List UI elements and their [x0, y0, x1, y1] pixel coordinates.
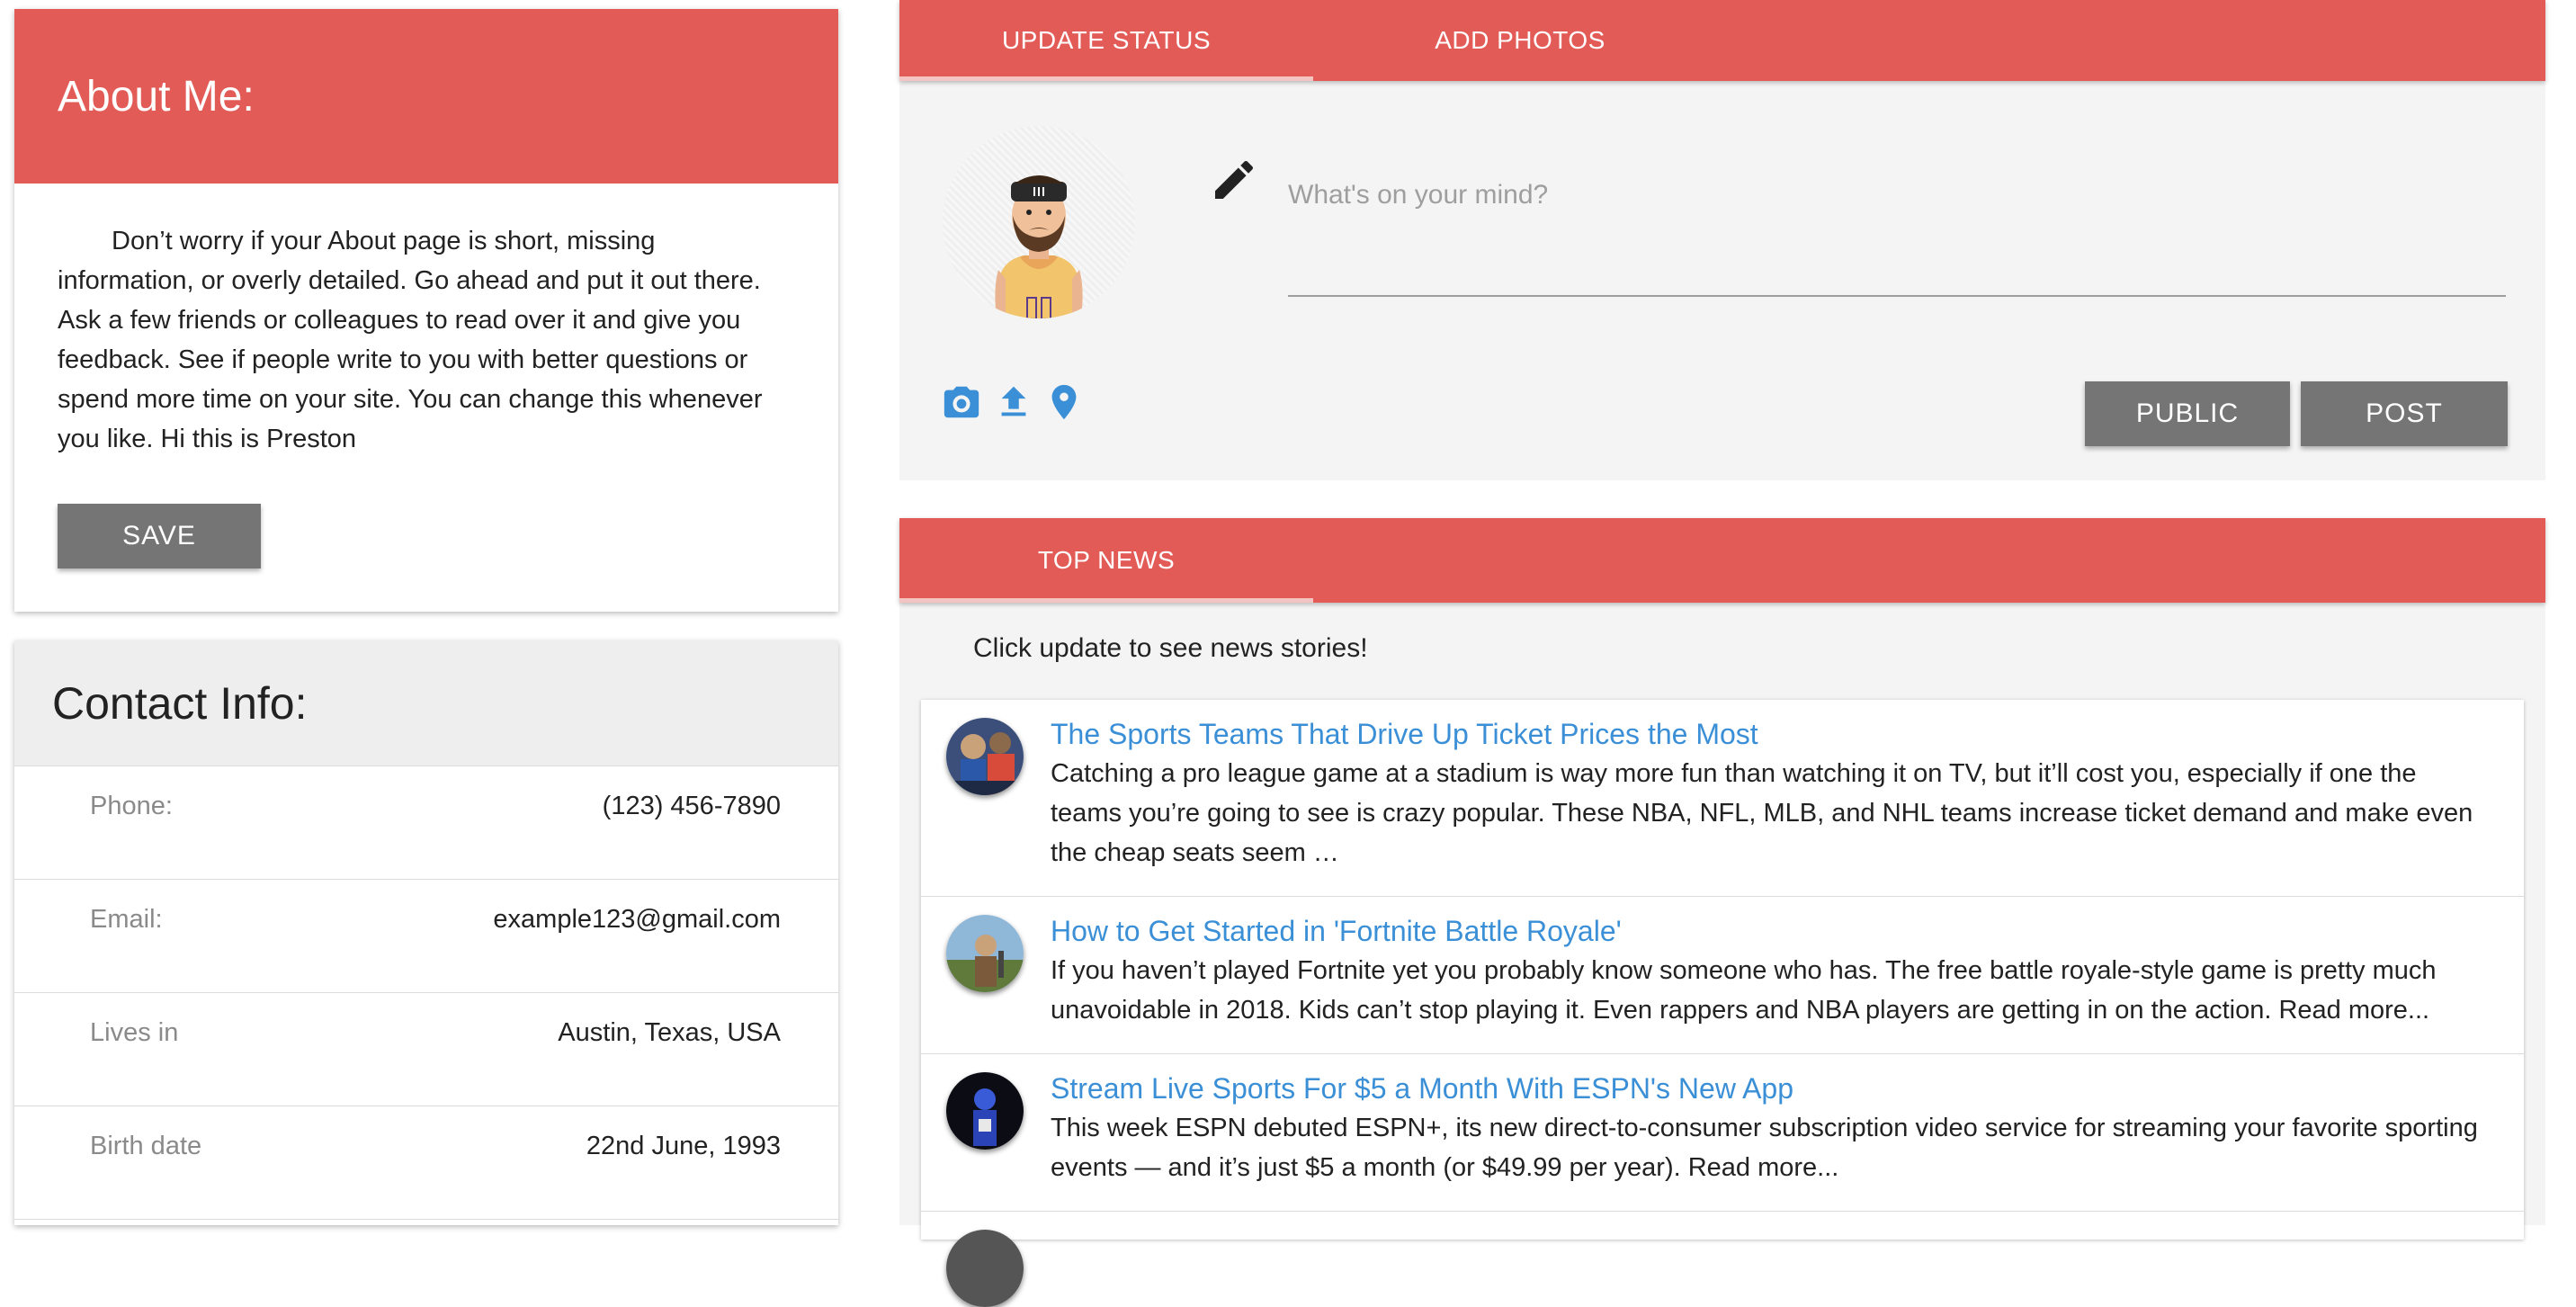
news-description: Catching a pro league game at a stadium … — [1051, 759, 2473, 867]
pencil-icon — [1215, 160, 1254, 199]
camera-icon[interactable] — [941, 381, 982, 423]
news-hint: Click update to see news stories! — [973, 633, 1368, 663]
news-item: The Sports Teams That Drive Up Ticket Pr… — [921, 700, 2524, 897]
birthdate-value: 22nd June, 1993 — [586, 1132, 781, 1160]
news-panel: TOP NEWS Click update to see news storie… — [899, 518, 2545, 1307]
location-label: Lives in — [90, 1018, 179, 1047]
status-panel: UPDATE STATUS ADD PHOTOS What's on your … — [899, 0, 2545, 480]
status-tab-bar: UPDATE STATUS ADD PHOTOS — [899, 0, 2545, 81]
birthdate-label: Birth date — [90, 1132, 202, 1160]
contact-row-email: Email: example123@gmail.com — [14, 880, 838, 993]
contact-row-phone: Phone: (123) 456-7890 — [14, 766, 838, 880]
phone-label: Phone: — [90, 792, 173, 820]
news-list: The Sports Teams That Drive Up Ticket Pr… — [921, 700, 2524, 1307]
news-thumbnail — [946, 718, 1024, 795]
news-item — [921, 1212, 2524, 1307]
status-input[interactable] — [1288, 158, 2506, 297]
news-title-link[interactable]: Stream Live Sports For $5 a Month With E… — [1051, 1069, 2488, 1108]
tab-add-photos[interactable]: ADD PHOTOS — [1313, 0, 1727, 81]
email-label: Email: — [90, 905, 163, 934]
post-button[interactable]: POST — [2301, 381, 2508, 446]
contact-card: Contact Info: Phone: (123) 456-7890 Emai… — [14, 640, 838, 1225]
news-description: This week ESPN debuted ESPN+, its new di… — [1051, 1114, 2478, 1182]
location-value: Austin, Texas, USA — [558, 1018, 781, 1047]
upload-icon[interactable] — [993, 381, 1034, 423]
active-tab-indicator — [899, 76, 1313, 81]
news-title-link[interactable]: How to Get Started in 'Fortnite Battle R… — [1051, 911, 2488, 951]
contact-title: Contact Info: — [52, 677, 308, 729]
tab-top-news[interactable]: TOP NEWS — [899, 518, 1313, 603]
news-tab-indicator — [899, 598, 1313, 603]
about-text: Don’t worry if your About page is short,… — [58, 227, 763, 453]
news-thumbnail — [946, 1230, 1024, 1307]
news-thumbnail — [946, 1072, 1024, 1150]
avatar-illustration — [995, 175, 1083, 318]
news-description: If you haven’t played Fortnite yet you p… — [1051, 956, 2437, 1025]
contact-header: Contact Info: — [14, 640, 838, 766]
news-thumbnail — [946, 915, 1024, 992]
location-pin-icon[interactable] — [1043, 381, 1085, 423]
about-card: About Me: Don’t worry if your About page… — [14, 9, 838, 612]
news-title-link[interactable]: The Sports Teams That Drive Up Ticket Pr… — [1051, 714, 2488, 754]
email-value: example123@gmail.com — [493, 905, 781, 934]
news-tab-bar: TOP NEWS — [899, 518, 2545, 603]
avatar — [943, 126, 1135, 318]
contact-row-location: Lives in Austin, Texas, USA — [14, 993, 838, 1106]
news-item: Stream Live Sports For $5 a Month With E… — [921, 1054, 2524, 1212]
public-button[interactable]: PUBLIC — [2085, 381, 2290, 446]
contact-row-birthdate: Birth date 22nd June, 1993 — [14, 1106, 838, 1220]
about-header: About Me: — [14, 9, 838, 184]
about-title: About Me: — [58, 72, 255, 121]
save-button[interactable]: SAVE — [58, 504, 261, 568]
news-item: How to Get Started in 'Fortnite Battle R… — [921, 897, 2524, 1054]
phone-value: (123) 456-7890 — [602, 792, 781, 820]
tab-update-status[interactable]: UPDATE STATUS — [899, 0, 1313, 81]
